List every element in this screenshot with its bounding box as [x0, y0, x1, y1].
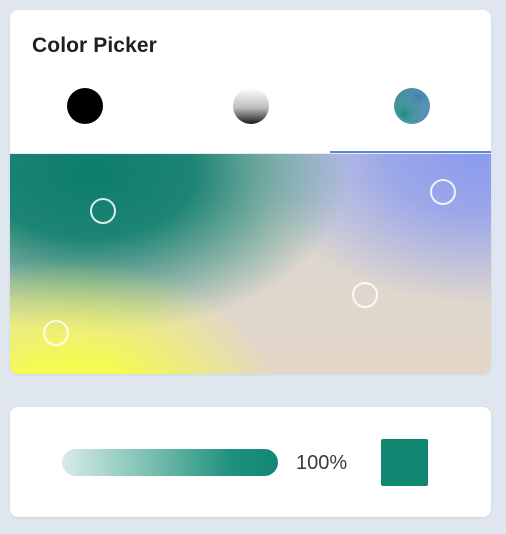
gradient-stop-handle-beige[interactable]	[352, 282, 378, 308]
tab-multicolor-gradient[interactable]	[330, 78, 491, 154]
opacity-panel: 100%	[10, 407, 491, 517]
gradient-stop-handle-periwinkle[interactable]	[430, 179, 456, 205]
panel-title: Color Picker	[32, 34, 157, 57]
color-mode-tabs	[10, 78, 491, 154]
gradient-canvas[interactable]	[10, 154, 491, 374]
color-picker-panel: Color Picker	[10, 10, 491, 374]
gray-gradient-circle-icon	[233, 88, 269, 124]
selected-color-swatch[interactable]	[381, 439, 428, 486]
opacity-value: 100%	[296, 452, 348, 474]
opacity-slider[interactable]	[62, 449, 278, 476]
gradient-stop-handle-yellow[interactable]	[43, 320, 69, 346]
multicolor-gradient-circle-icon	[394, 88, 430, 124]
tab-grayscale-gradient[interactable]	[170, 78, 330, 154]
black-circle-icon	[67, 88, 103, 124]
gradient-stop-handle-green[interactable]	[90, 198, 116, 224]
tab-solid-color[interactable]	[10, 78, 170, 154]
